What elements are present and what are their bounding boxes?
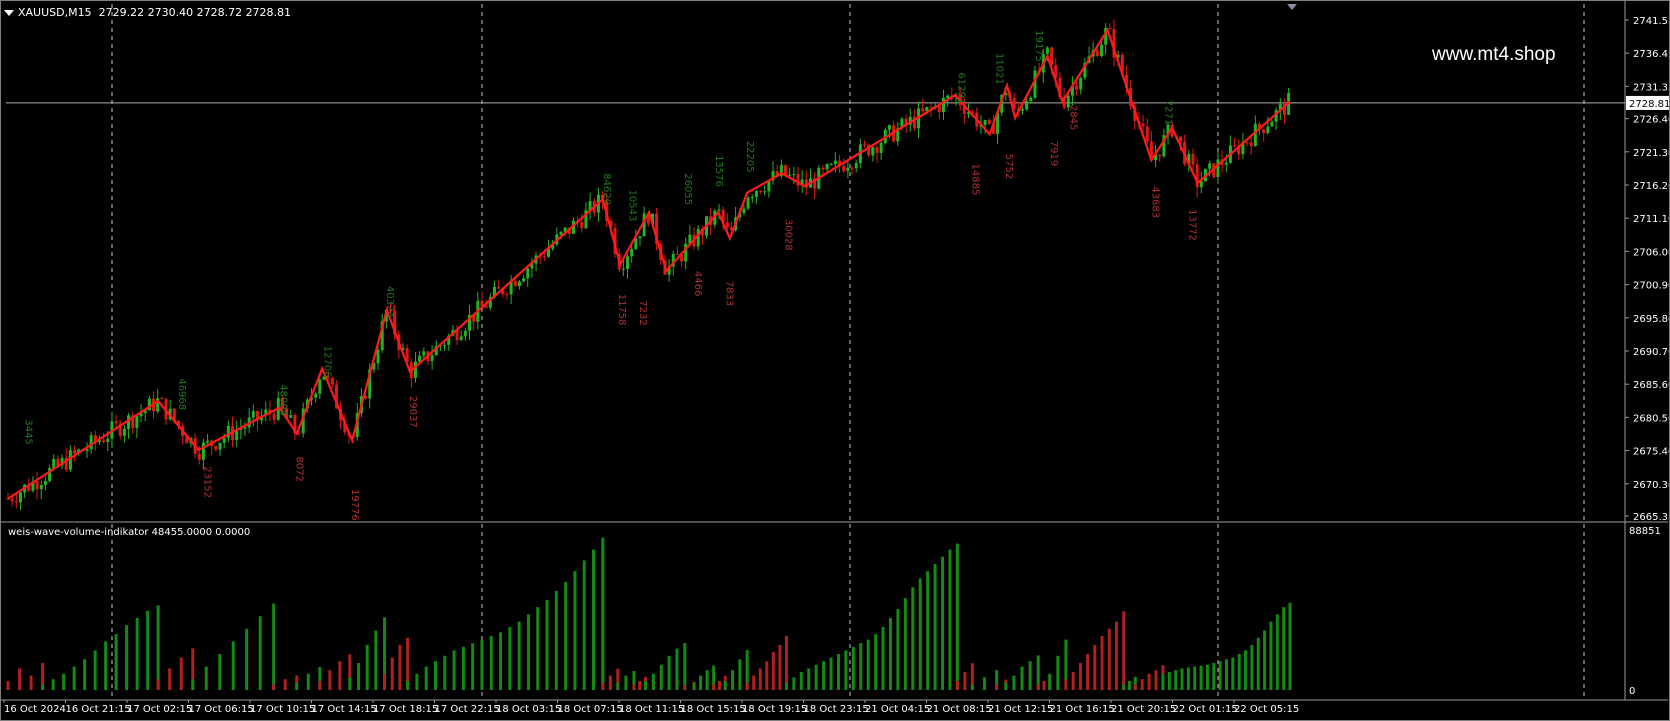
chevron-down-icon[interactable] <box>4 10 14 16</box>
symbol-timeframe: XAUUSD,M15 <box>18 6 92 19</box>
ohlc-values: 2729.22 2730.40 2728.72 2728.81 <box>98 6 292 19</box>
indicator-header: weis-wave-volume-indikator 48455.0000 0.… <box>8 527 251 538</box>
chart-frame <box>0 0 1670 721</box>
chart-header: XAUUSD,M15 2729.22 2730.40 2728.72 2728.… <box>4 6 291 19</box>
watermark: www.mt4.shop <box>1432 44 1556 65</box>
